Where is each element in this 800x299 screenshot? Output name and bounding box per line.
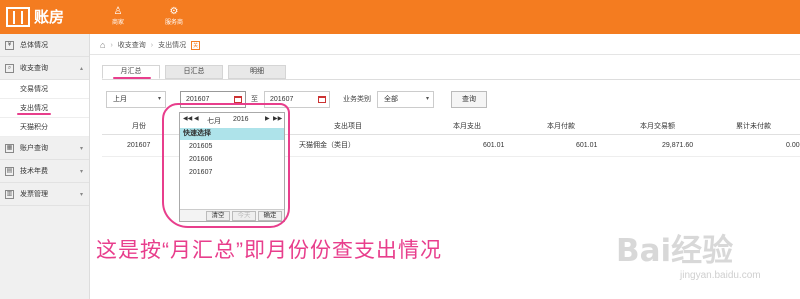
calendar-icon[interactable] [318, 96, 326, 103]
sidebar-sub-tmall-points[interactable]: 天猫积分 [0, 118, 89, 137]
nav-merchant-label: 商家 [111, 20, 124, 26]
category-value: 全部 [384, 96, 398, 103]
col-paid: 本月付款 [547, 123, 575, 130]
nav-service-provider[interactable]: ⚙ 服务商 [157, 6, 191, 26]
service-icon: ⚙ [169, 6, 179, 17]
tab-monthly-summary[interactable]: 月汇总 [102, 65, 160, 79]
yen-icon: ¥ [5, 40, 14, 50]
cell-turnover: 29,871.60 [662, 142, 694, 149]
close-tab-icon[interactable]: 关 [191, 40, 201, 50]
category-select[interactable]: 全部 ▾ [377, 91, 434, 108]
sidebar: ¥ 总体情况 ⌕ 收支查询 ▴ 交易情况 支出情况 天猫积分 ▦ 账户查询 ▾ … [0, 34, 90, 299]
chevron-up-icon: ▴ [79, 65, 83, 72]
account-icon: ▦ [5, 143, 14, 153]
sidebar-item-tech-fee[interactable]: ▤ 技术年费 ▾ [0, 160, 89, 183]
col-item: 支出项目 [334, 123, 362, 130]
sidebar-item-overview[interactable]: ¥ 总体情况 [0, 34, 89, 57]
top-bar: 账房 ♙ 商家 ⚙ 服务商 [0, 0, 800, 34]
sidebar-item-label: 收支查询 [20, 65, 48, 72]
watermark-url: jingyan.baidu.com [680, 270, 761, 281]
col-expense: 本月支出 [453, 123, 481, 130]
sidebar-item-label: 账户查询 [20, 145, 48, 152]
tab-details[interactable]: 明细 [228, 65, 286, 79]
tab-label: 月汇总 [120, 68, 142, 75]
sidebar-sub-label: 天猫积分 [20, 124, 48, 131]
cell-paid: 601.01 [576, 142, 598, 149]
nav-merchant[interactable]: ♙ 商家 [101, 6, 135, 26]
sidebar-sub-label: 交易情况 [20, 86, 48, 93]
sidebar-sub-expenses[interactable]: 支出情况 [0, 99, 89, 118]
app-logo[interactable]: 账房 [6, 6, 64, 27]
tab-daily-summary[interactable]: 日汇总 [165, 65, 223, 79]
tab-bar: 月汇总 日汇总 明细 [102, 65, 286, 79]
nav-service-label: 服务商 [164, 20, 183, 26]
search-icon: ⌕ [5, 63, 14, 73]
tab-label: 日汇总 [183, 68, 205, 75]
sidebar-item-invoice[interactable]: ▥ 发票管理 ▾ [0, 183, 89, 206]
col-unpaid: 累计未付款 [736, 123, 771, 130]
chevron-down-icon: ▾ [79, 168, 83, 175]
breadcrumb-separator: › [110, 41, 113, 49]
brand-name: 账房 [34, 9, 65, 26]
annotation-underline [17, 113, 51, 115]
sidebar-item-income-expense[interactable]: ⌕ 收支查询 ▴ [0, 57, 89, 80]
category-label: 业务类别 [343, 96, 371, 103]
chevron-down-icon: ▾ [157, 96, 161, 102]
fee-icon: ▤ [5, 166, 14, 176]
sidebar-item-label: 技术年费 [20, 168, 48, 175]
sidebar-sub-label: 支出情况 [20, 105, 48, 112]
cell-month: 201607 [127, 142, 151, 149]
col-month: 月份 [132, 123, 146, 130]
sidebar-sub-transactions[interactable]: 交易情况 [0, 80, 89, 99]
breadcrumb-current: 支出情况 [158, 42, 187, 49]
sidebar-item-account[interactable]: ▦ 账户查询 ▾ [0, 137, 89, 160]
chevron-down-icon: ▾ [425, 96, 429, 102]
divider [102, 79, 800, 80]
baidu-watermark: Bai经验 [616, 233, 734, 269]
sidebar-item-label: 总体情况 [20, 42, 48, 49]
cell-expense: 601.01 [483, 142, 505, 149]
cell-unpaid: 0.00 [786, 142, 800, 149]
abacus-icon [6, 6, 30, 27]
breadcrumb-separator: › [150, 41, 154, 49]
query-button[interactable]: 查询 [451, 91, 487, 108]
cell-item: 天猫佣金（类目） [299, 142, 355, 149]
date-from-value: 201607 [186, 96, 210, 103]
date-to-value: 201607 [270, 96, 294, 103]
chevron-down-icon: ▾ [79, 191, 83, 198]
home-icon[interactable]: ⌂ [100, 40, 105, 50]
breadcrumb-section[interactable]: 收支查询 [118, 40, 146, 50]
breadcrumb: ⌂ › 收支查询 › 支出情况 关 [100, 40, 201, 50]
invoice-icon: ▥ [5, 189, 14, 199]
divider [90, 54, 800, 55]
sidebar-item-label: 发票管理 [20, 191, 48, 198]
tab-label: 明细 [250, 68, 264, 75]
annotation-circle [162, 103, 290, 228]
chevron-down-icon: ▾ [79, 145, 83, 152]
period-select[interactable]: 上月 ▾ [106, 91, 166, 108]
period-value: 上月 [113, 96, 127, 103]
col-turnover: 本月交易额 [640, 123, 675, 130]
annotation-caption: 这是按“月汇总”即月份份查支出情况 [96, 239, 442, 262]
calendar-icon[interactable] [234, 96, 242, 103]
person-icon: ♙ [113, 6, 123, 17]
